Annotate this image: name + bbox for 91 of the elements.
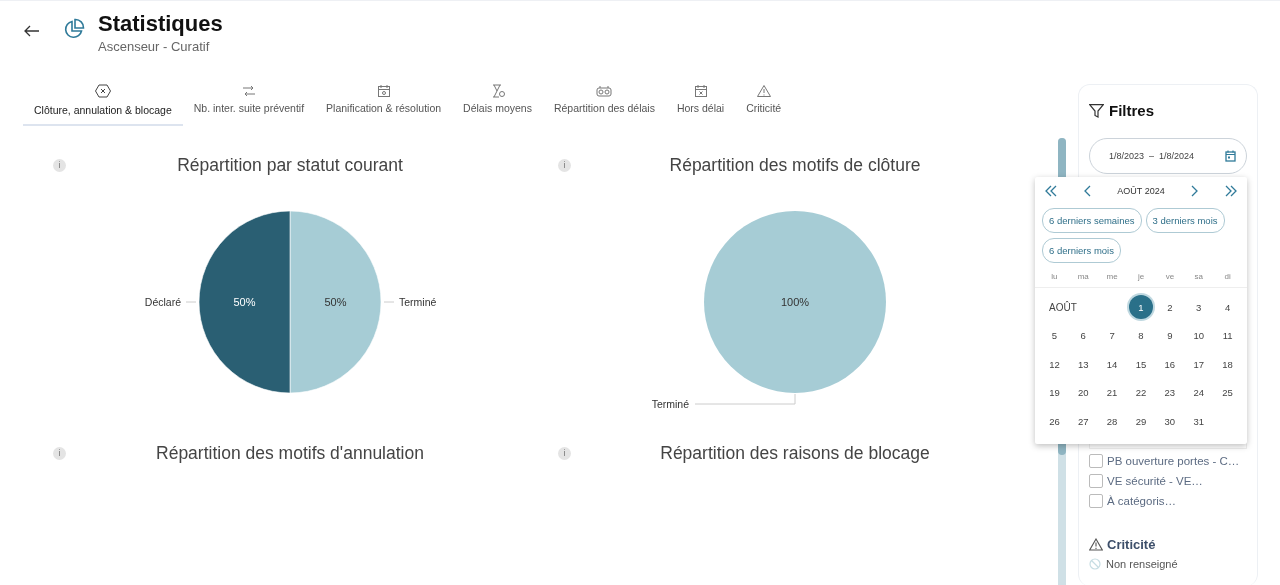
tab[interactable]: Hors délai	[665, 81, 736, 126]
month-label: AOÛT	[1048, 300, 1078, 315]
tab[interactable]: Criticité	[735, 81, 793, 126]
calendar-day[interactable]: 29	[1129, 409, 1153, 434]
month-title[interactable]: AOÛT 2024	[1117, 186, 1165, 196]
warning-icon	[755, 84, 772, 98]
calendar-day[interactable]: 2	[1157, 295, 1182, 320]
checkbox[interactable]	[1089, 494, 1103, 508]
calendar-day[interactable]: 24	[1186, 380, 1211, 405]
calendar-day[interactable]: 1	[1129, 295, 1153, 320]
slice-label: Terminé	[399, 296, 437, 308]
checkbox-label: VE sécurité - VE…	[1107, 475, 1203, 487]
calendar-day[interactable]: 4	[1215, 295, 1240, 320]
info-icon[interactable]: i	[558, 159, 571, 172]
calendar-day[interactable]: 9	[1157, 323, 1182, 348]
option-label[interactable]: Non renseigné	[1106, 558, 1178, 570]
preset-button[interactable]: 6 derniers semaines	[1042, 208, 1142, 233]
calendar-day[interactable]: 13	[1071, 352, 1096, 377]
weekday-label: ma	[1076, 272, 1090, 281]
calendar-day[interactable]: 14	[1100, 352, 1125, 377]
calendar-day[interactable]: 18	[1215, 352, 1240, 377]
calendar-day[interactable]: 10	[1186, 323, 1211, 348]
calendar-day[interactable]: 6	[1071, 323, 1096, 348]
calendar-icon	[375, 84, 392, 98]
calendar-day[interactable]: 26	[1042, 409, 1067, 434]
calendar-day[interactable]: 22	[1129, 380, 1153, 405]
tab[interactable]: Nb. inter. suite préventif	[182, 81, 316, 126]
chart-title: Répartition par statut courant	[177, 155, 403, 176]
calendar-day[interactable]: 8	[1129, 323, 1153, 348]
calendar-day[interactable]: 5	[1042, 323, 1067, 348]
checkbox-label: PB ouverture portes - C…	[1107, 455, 1240, 467]
calendar-day[interactable]: 25	[1215, 380, 1240, 405]
filter-icon	[1089, 103, 1104, 118]
calendar-day[interactable]: 3	[1186, 295, 1211, 320]
checkbox[interactable]	[1089, 474, 1103, 488]
chevron-left-icon[interactable]	[1083, 185, 1092, 197]
calendar-day[interactable]: 17	[1186, 352, 1211, 377]
calendar-day[interactable]: 7	[1100, 323, 1125, 348]
chevron-right-icon[interactable]	[1190, 185, 1199, 197]
double-chevron-right-icon[interactable]	[1224, 185, 1238, 197]
chart-title: Répartition des motifs de clôture	[669, 155, 921, 176]
calendar-day[interactable]: 20	[1071, 380, 1096, 405]
tab[interactable]: Planification & résolution	[315, 81, 453, 126]
weekday-label: sa	[1193, 272, 1204, 281]
calendar-day[interactable]: 15	[1129, 352, 1153, 377]
checkbox-label: À catégoris…	[1107, 495, 1177, 507]
page-subtitle: Ascenseur - Curatif	[98, 39, 211, 54]
calendar-day[interactable]: 31	[1186, 409, 1211, 434]
value-label: 50%	[324, 296, 347, 308]
calendar-day[interactable]: 11	[1215, 323, 1240, 348]
value-label: 50%	[233, 296, 256, 308]
tab[interactable]: Répartition des délais	[542, 81, 666, 126]
calendar-icon[interactable]	[1225, 150, 1236, 162]
info-icon[interactable]: i	[53, 447, 66, 460]
hexagon-x-icon	[94, 84, 111, 98]
info-icon[interactable]: i	[558, 447, 571, 460]
calendar-day[interactable]: 27	[1071, 409, 1096, 434]
weekday-label: je	[1136, 272, 1146, 281]
pie-chart-icon	[63, 18, 85, 40]
checkbox[interactable]	[1089, 454, 1103, 468]
back-arrow-icon[interactable]	[24, 25, 40, 37]
chart-title: Répartition des raisons de blocage	[660, 443, 930, 464]
preset-button[interactable]: 6 derniers mois	[1042, 238, 1121, 263]
filter-title: Filtres	[1109, 102, 1154, 119]
calendar-x-icon	[692, 84, 709, 98]
calendar-day[interactable]: 12	[1042, 352, 1067, 377]
weekday-label: ve	[1164, 272, 1176, 281]
value-label: 100%	[780, 296, 810, 308]
section-title: Criticité	[1107, 537, 1156, 552]
tab[interactable]: Clôture, annulation & blocage	[23, 81, 183, 126]
weekday-label: me	[1105, 272, 1119, 281]
calendar-day[interactable]: 30	[1157, 409, 1182, 434]
preset-button[interactable]: 3 derniers mois	[1145, 208, 1225, 233]
weekday-label: lu	[1050, 272, 1059, 281]
slice-label: Déclaré	[144, 296, 181, 308]
chart-title: Répartition des motifs d'annulation	[156, 443, 424, 464]
warning-icon	[1089, 538, 1103, 551]
page-title: Statistiques	[98, 11, 223, 37]
double-chevron-left-icon[interactable]	[1044, 185, 1058, 197]
slice-label: Terminé	[651, 398, 689, 410]
arrows-icon	[240, 84, 257, 98]
info-icon[interactable]: i	[53, 159, 66, 172]
calendar-day[interactable]: 19	[1042, 380, 1067, 405]
calendar-day[interactable]: 23	[1157, 380, 1182, 405]
weekday-label: di	[1223, 272, 1232, 281]
tab[interactable]: Délais moyens	[452, 81, 543, 126]
calendar-day[interactable]: 28	[1100, 409, 1125, 434]
gauge-icon	[596, 84, 613, 98]
blocked-icon	[1089, 558, 1101, 570]
calendar-day[interactable]: 21	[1100, 380, 1125, 405]
calendar-day[interactable]: 16	[1157, 352, 1182, 377]
